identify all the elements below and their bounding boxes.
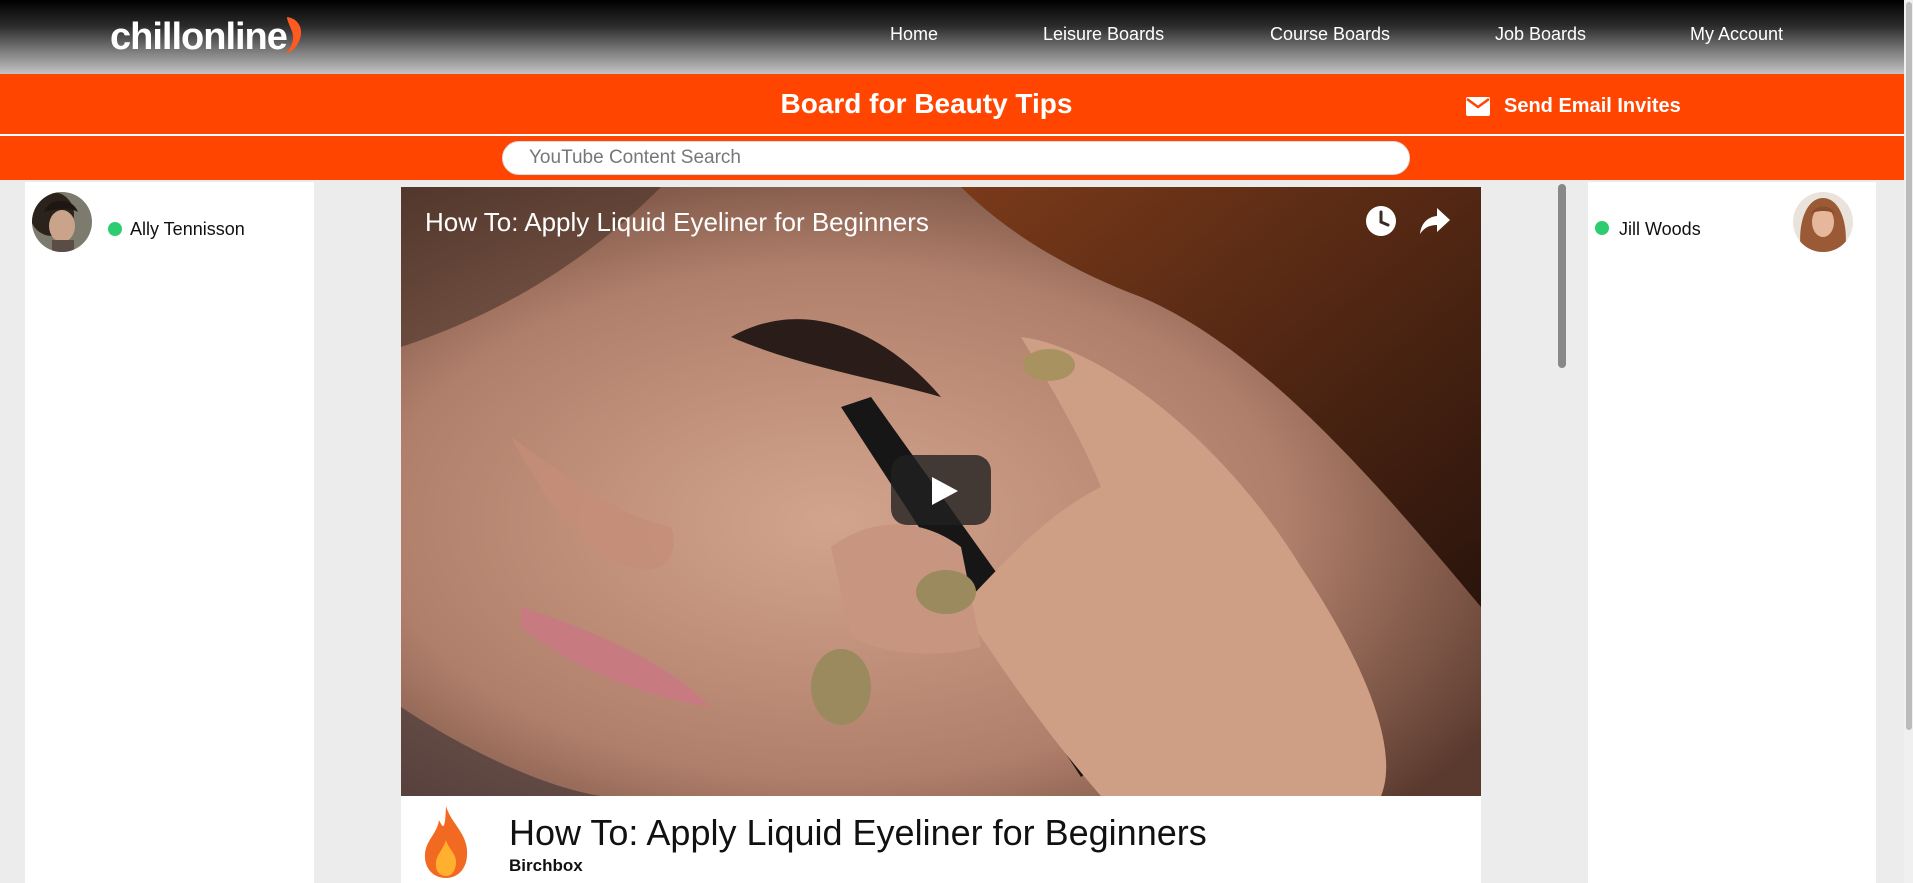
video-overlay-title[interactable]: How To: Apply Liquid Eyeliner for Beginn…	[425, 207, 929, 238]
play-button[interactable]	[891, 455, 991, 525]
share-icon[interactable]	[1419, 206, 1451, 236]
flame-icon	[424, 806, 468, 878]
ally-avatar[interactable]	[32, 192, 92, 252]
send-email-invites-button[interactable]: Send Email Invites	[1466, 92, 1681, 120]
send-email-invites-label: Send Email Invites	[1504, 94, 1681, 117]
ally-online-status	[108, 222, 122, 236]
jill-avatar[interactable]	[1793, 192, 1853, 252]
right-user-panel: Jill Woods	[1588, 182, 1876, 883]
top-nav-bar: chillonline Home Leisure Boards Course B…	[0, 0, 1913, 74]
youtube-video-player[interactable]: How To: Apply Liquid Eyeliner for Beginn…	[401, 187, 1481, 796]
nav-home[interactable]: Home	[890, 24, 938, 45]
jill-name[interactable]: Jill Woods	[1619, 219, 1701, 240]
search-bar-row	[0, 136, 1913, 180]
video-title[interactable]: How To: Apply Liquid Eyeliner for Beginn…	[509, 812, 1207, 854]
nav-course-boards[interactable]: Course Boards	[1270, 24, 1390, 45]
channel-name[interactable]: Birchbox	[509, 856, 583, 876]
nav-my-account[interactable]: My Account	[1690, 24, 1783, 45]
main-nav: Home Leisure Boards Course Boards Job Bo…	[0, 24, 1913, 48]
envelope-icon	[1466, 96, 1490, 116]
content-scrollbar[interactable]	[1558, 184, 1566, 368]
page-scrollbar-thumb[interactable]	[1906, 2, 1912, 730]
left-user-panel: Ally Tennisson	[25, 182, 314, 883]
ally-name[interactable]: Ally Tennisson	[130, 219, 245, 240]
watch-later-icon[interactable]	[1365, 205, 1397, 237]
board-header: Board for Beauty Tips Send Email Invites	[0, 74, 1913, 136]
nav-leisure-boards[interactable]: Leisure Boards	[1043, 24, 1164, 45]
nav-job-boards[interactable]: Job Boards	[1495, 24, 1586, 45]
youtube-search-input[interactable]	[502, 141, 1410, 175]
video-info-bar: How To: Apply Liquid Eyeliner for Beginn…	[401, 796, 1481, 883]
jill-online-status	[1595, 221, 1609, 235]
